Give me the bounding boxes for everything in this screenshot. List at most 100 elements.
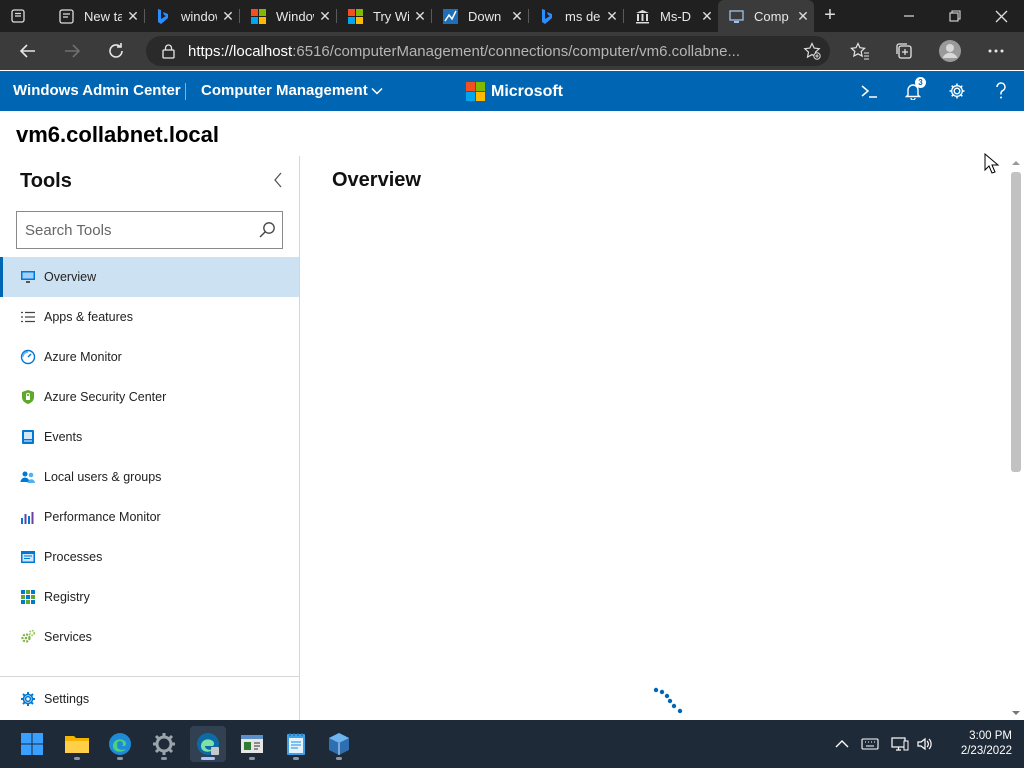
tool-item-azure-security-center[interactable]: Azure Security Center bbox=[0, 377, 299, 417]
browser-tab-computer-management[interactable]: Comp ✕ bbox=[718, 0, 814, 32]
microsoft-logo-icon bbox=[466, 82, 485, 101]
browser-tab-title: New tab bbox=[84, 8, 122, 24]
browser-tab-download[interactable]: Down ✕ bbox=[432, 0, 528, 32]
tool-item-label: Overview bbox=[44, 270, 97, 284]
taskbar-settings[interactable] bbox=[146, 726, 182, 762]
tool-item-services[interactable]: Services bbox=[0, 617, 299, 657]
forward-button[interactable] bbox=[58, 38, 86, 64]
close-icon[interactable]: ✕ bbox=[696, 8, 718, 25]
search-icon[interactable] bbox=[252, 215, 282, 245]
browser-toolbar: https://localhost:6516/computerManagemen… bbox=[0, 32, 1024, 70]
browser-tab-title: Comp bbox=[754, 8, 789, 24]
collapse-tools-button[interactable] bbox=[268, 170, 288, 190]
windows-logo-icon bbox=[347, 8, 363, 24]
tool-item-apps-features[interactable]: Apps & features bbox=[0, 297, 299, 337]
profile-avatar-icon bbox=[939, 40, 961, 62]
volume-tray-button[interactable] bbox=[915, 734, 935, 754]
event-log-icon bbox=[20, 429, 36, 445]
help-button[interactable] bbox=[989, 80, 1013, 102]
taskbar-edge[interactable] bbox=[102, 726, 138, 762]
taskbar-file-explorer[interactable] bbox=[59, 726, 95, 762]
close-icon[interactable]: ✕ bbox=[217, 8, 239, 25]
tool-item-overview[interactable]: Overview bbox=[0, 257, 299, 297]
overview-monitor-icon bbox=[20, 269, 36, 285]
network-tray-button[interactable] bbox=[890, 734, 910, 754]
tool-item-registry[interactable]: Registry bbox=[0, 577, 299, 617]
scroll-down-arrow-icon bbox=[1012, 711, 1020, 715]
list-icon bbox=[20, 309, 36, 325]
notifications-button[interactable]: 3 bbox=[901, 77, 926, 102]
chevron-down-icon[interactable] bbox=[370, 84, 384, 98]
close-icon[interactable]: ✕ bbox=[314, 8, 336, 25]
refresh-button[interactable] bbox=[102, 38, 130, 64]
powershell-button[interactable] bbox=[857, 80, 881, 102]
scrollbar-thumb[interactable] bbox=[1011, 172, 1021, 472]
clock-time: 3:00 PM bbox=[969, 730, 1012, 742]
browser-tab-newtab[interactable]: New tab ✕ bbox=[48, 0, 144, 32]
taskbar-edge-dev[interactable] bbox=[190, 726, 226, 762]
close-icon[interactable]: ✕ bbox=[506, 8, 528, 25]
download-page-icon bbox=[442, 8, 458, 24]
browser-tab-ms-docs[interactable]: Ms-D ✕ bbox=[624, 0, 718, 32]
url-text[interactable]: https://localhost:6516/computerManagemen… bbox=[188, 43, 778, 60]
start-button[interactable] bbox=[14, 726, 50, 762]
url-path: :6516/computerManagement/connections/com… bbox=[292, 42, 740, 60]
taskbar-clock[interactable]: 3:00 PM 2/23/2022 bbox=[942, 729, 1012, 759]
new-tab-button[interactable]: + bbox=[818, 4, 842, 28]
close-icon[interactable]: ✕ bbox=[792, 8, 814, 25]
tools-title: Tools bbox=[20, 170, 72, 192]
show-hidden-icons-button[interactable] bbox=[832, 734, 852, 754]
back-button[interactable] bbox=[14, 38, 42, 64]
search-tools-input[interactable] bbox=[17, 212, 252, 248]
favorites-button[interactable] bbox=[846, 38, 874, 64]
network-monitor-icon bbox=[891, 737, 909, 751]
tool-item-local-users-groups[interactable]: Local users & groups bbox=[0, 457, 299, 497]
tab-actions-icon[interactable] bbox=[8, 6, 28, 26]
add-favorite-icon[interactable] bbox=[802, 41, 822, 61]
restore-button[interactable] bbox=[932, 0, 978, 32]
taskbar-virtualbox[interactable] bbox=[321, 726, 357, 762]
taskbar-control-panel[interactable] bbox=[234, 726, 270, 762]
tool-item-processes[interactable]: Processes bbox=[0, 537, 299, 577]
taskbar-notepad[interactable] bbox=[278, 726, 314, 762]
windows-logo-icon bbox=[250, 8, 266, 24]
browser-tab-try-windows[interactable]: Try Wi ✕ bbox=[337, 0, 431, 32]
settings-gear-button[interactable] bbox=[945, 80, 969, 102]
tool-item-azure-monitor[interactable]: Azure Monitor bbox=[0, 337, 299, 377]
window-app-icon bbox=[241, 735, 263, 753]
close-window-button[interactable] bbox=[978, 0, 1024, 32]
bing-icon bbox=[539, 8, 555, 24]
main-scrollbar[interactable] bbox=[1008, 156, 1024, 720]
help-question-icon bbox=[996, 82, 1006, 99]
browser-tab-windows[interactable]: Windows ✕ bbox=[240, 0, 336, 32]
address-bar[interactable]: https://localhost:6516/computerManagemen… bbox=[146, 36, 830, 66]
keyboard-tray-button[interactable] bbox=[860, 734, 880, 754]
browser-tab-bing[interactable]: windows ✕ bbox=[145, 0, 239, 32]
app-title[interactable]: Windows Admin Center bbox=[13, 82, 181, 99]
more-dots-icon bbox=[988, 49, 1004, 53]
notification-count-badge: 3 bbox=[915, 77, 926, 88]
profile-button[interactable] bbox=[936, 38, 964, 64]
microsoft-logo: Microsoft bbox=[466, 82, 563, 101]
close-icon[interactable]: ✕ bbox=[601, 8, 623, 25]
tool-item-settings[interactable]: Settings bbox=[0, 676, 299, 720]
collections-icon bbox=[896, 43, 912, 59]
collections-button[interactable] bbox=[890, 38, 918, 64]
close-icon[interactable]: ✕ bbox=[409, 8, 431, 25]
tool-item-events[interactable]: Events bbox=[0, 417, 299, 457]
minimize-button[interactable] bbox=[886, 0, 932, 32]
browser-tab-title: Windows bbox=[276, 8, 314, 24]
solution-switcher[interactable]: Computer Management bbox=[201, 82, 368, 99]
tool-item-label: Apps & features bbox=[44, 310, 133, 324]
chevron-up-icon bbox=[835, 740, 849, 748]
browser-tab-ms-search[interactable]: ms de ✕ bbox=[529, 0, 623, 32]
lock-icon[interactable] bbox=[160, 43, 176, 59]
close-icon[interactable]: ✕ bbox=[122, 8, 144, 25]
browser-menu-button[interactable] bbox=[982, 38, 1010, 64]
forward-arrow-icon bbox=[65, 44, 81, 58]
search-tools-box[interactable] bbox=[16, 211, 283, 249]
tool-item-performance-monitor[interactable]: Performance Monitor bbox=[0, 497, 299, 537]
windows-start-icon bbox=[21, 733, 43, 755]
restore-icon bbox=[949, 10, 961, 22]
tool-item-label: Registry bbox=[44, 590, 90, 604]
